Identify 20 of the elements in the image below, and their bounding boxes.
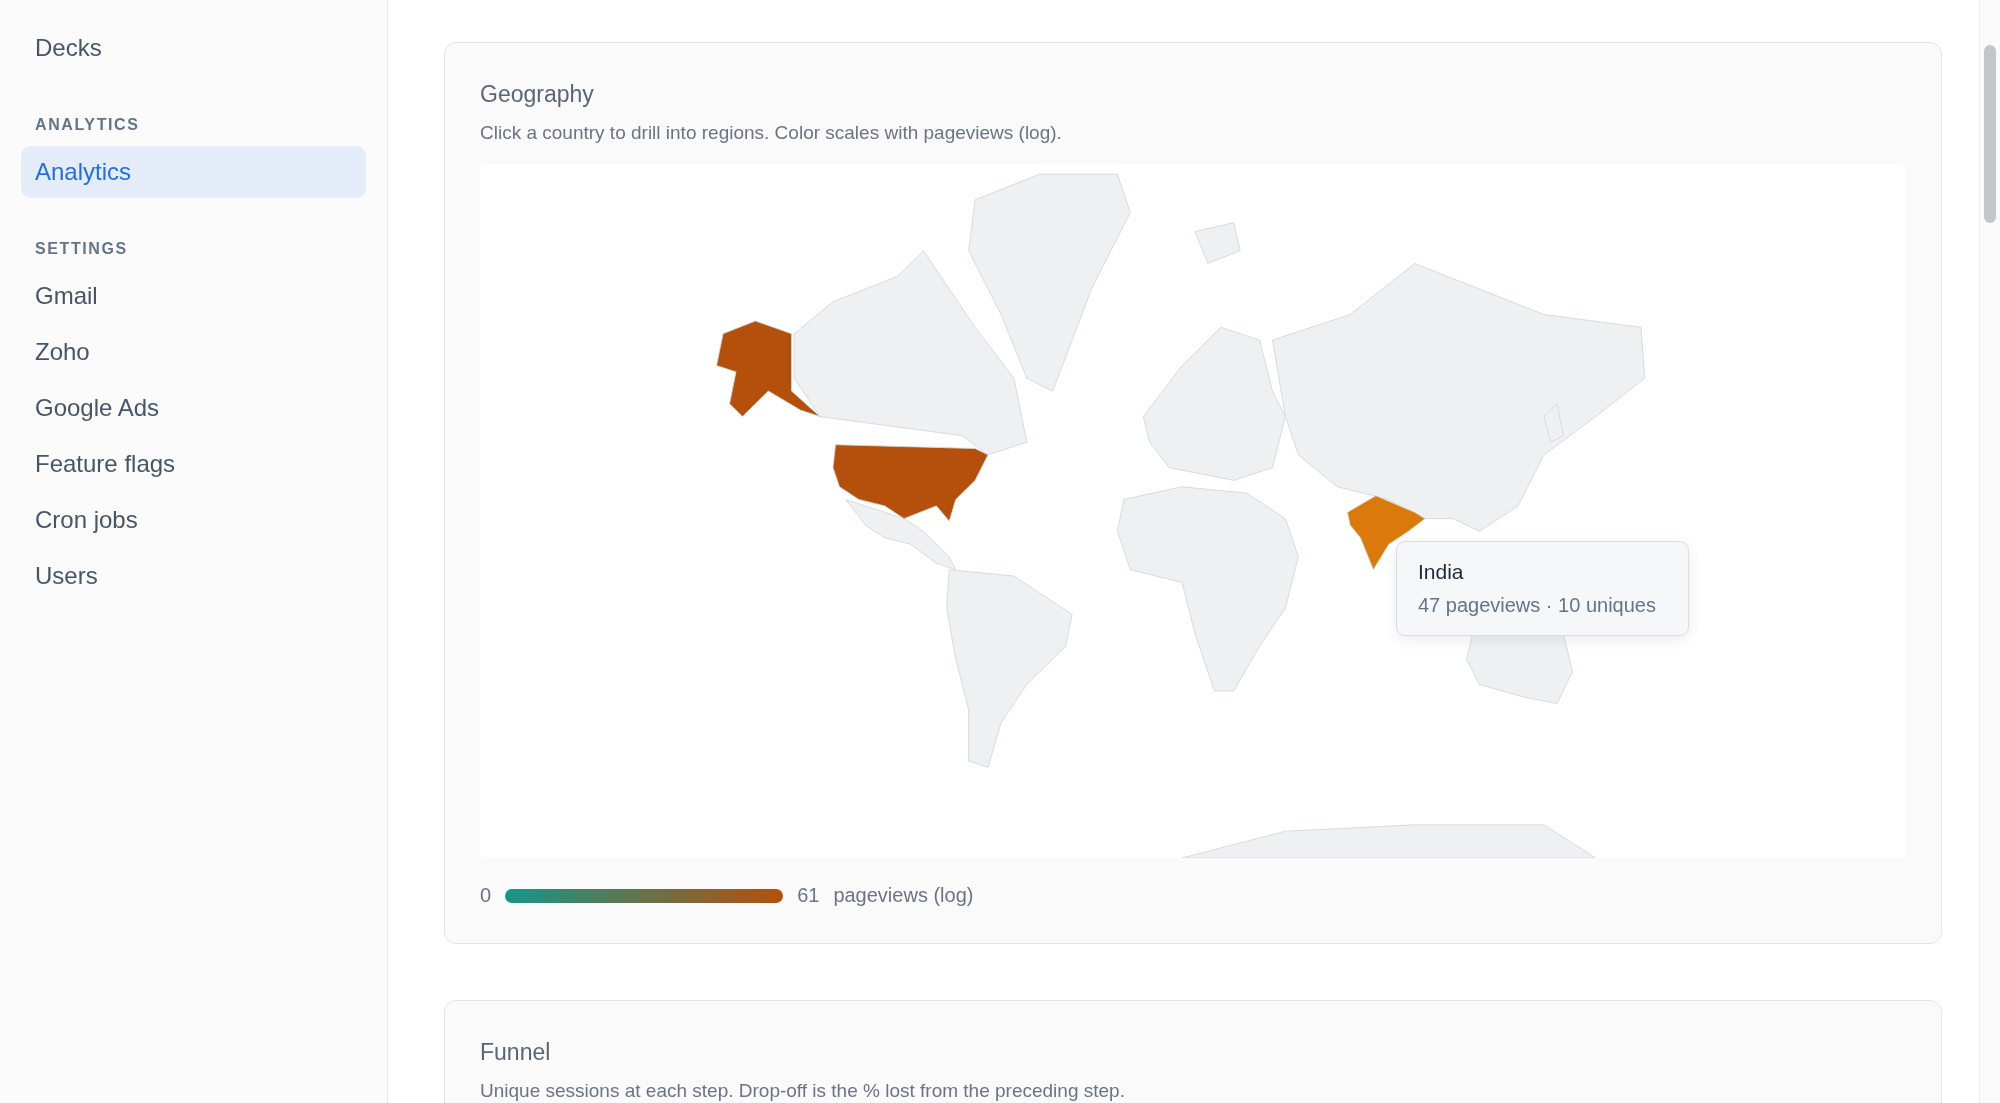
card-subtitle: Unique sessions at each step. Drop-off is the % lost from the preceding step. [480, 1080, 1126, 1102]
tooltip-detail: 47 pageviews · 10 uniques [1418, 594, 1657, 617]
card-subtitle: Click a country to drill into regions. Color scales with pageviews (log). [480, 122, 1063, 144]
sidebar-item[interactable]: Google Ads [21, 382, 366, 434]
sidebar-item[interactable]: Zoho [21, 326, 366, 378]
card-title: Funnel [480, 1039, 552, 1066]
legend-min: 0 [480, 884, 492, 907]
sidebar-item[interactable]: Decks [21, 22, 366, 74]
section-heading: SETTINGS [34, 240, 129, 258]
sidebar-item[interactable]: Gmail [21, 270, 366, 322]
sidebar-item[interactable]: Feature flags [21, 438, 366, 490]
section-heading: ANALYTICS [34, 116, 141, 134]
legend-max: 61 [797, 884, 820, 907]
legend-label: pageviews (log) [833, 884, 974, 907]
scrollbar-thumb[interactable] [1984, 45, 1996, 223]
tooltip-title: India [1418, 560, 1465, 584]
sidebar-item[interactable]: Users [21, 550, 366, 602]
sidebar-item[interactable]: Analytics [21, 146, 366, 198]
card-title: Geography [480, 81, 595, 108]
sidebar-item[interactable]: Cron jobs [21, 494, 366, 546]
